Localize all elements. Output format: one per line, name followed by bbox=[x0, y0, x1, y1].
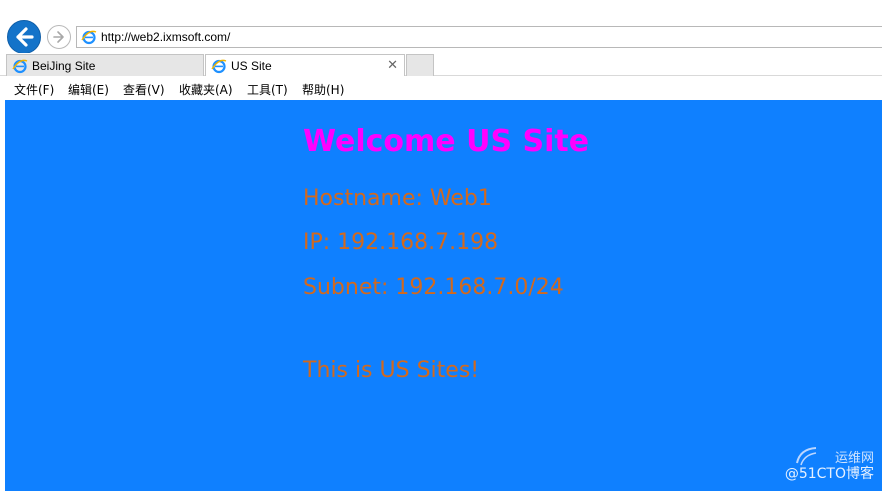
menu-tools[interactable]: 工具(T) bbox=[247, 81, 288, 98]
internet-explorer-icon bbox=[211, 59, 227, 74]
watermark-line2: @51CTO博客 bbox=[784, 466, 874, 482]
subnet-text: Subnet: 192.168.7.0/24 bbox=[303, 275, 564, 300]
address-url: http://web2.ixmsoft.com/ bbox=[101, 30, 231, 44]
menu-file[interactable]: 文件(F) bbox=[14, 81, 54, 98]
close-icon[interactable]: ✕ bbox=[387, 57, 398, 73]
menu-help[interactable]: 帮助(H) bbox=[302, 81, 344, 98]
watermark: 运维网 @51CTO博客 bbox=[764, 443, 874, 483]
menu-edit[interactable]: 编辑(E) bbox=[68, 81, 109, 98]
ip-text: IP: 192.168.7.198 bbox=[303, 230, 499, 255]
hostname-text: Hostname: Web1 bbox=[303, 186, 492, 211]
page-heading: Welcome US Site bbox=[303, 124, 590, 159]
address-bar-row: http://web2.ixmsoft.com/ bbox=[0, 0, 882, 54]
new-tab-button[interactable] bbox=[406, 54, 434, 76]
back-arrow-icon bbox=[16, 27, 34, 47]
tab-strip: BeiJing Site US Site ✕ bbox=[0, 53, 882, 77]
forward-button[interactable] bbox=[47, 25, 71, 49]
internet-explorer-icon bbox=[81, 30, 97, 45]
internet-explorer-icon bbox=[12, 59, 28, 74]
back-button[interactable] bbox=[7, 20, 41, 54]
forward-arrow-icon bbox=[53, 31, 64, 43]
tab-us-site[interactable]: US Site ✕ bbox=[205, 54, 405, 77]
tab-title: BeiJing Site bbox=[32, 59, 96, 73]
footer-text: This is US Sites! bbox=[303, 358, 480, 383]
menu-bar: 文件(F) 编辑(E) 查看(V) 收藏夹(A) 工具(T) 帮助(H) bbox=[0, 76, 882, 100]
tab-title: US Site bbox=[231, 59, 272, 73]
page-content: Welcome US Site Hostname: Web1 IP: 192.1… bbox=[5, 100, 882, 491]
menu-view[interactable]: 查看(V) bbox=[123, 81, 165, 98]
menu-favorites[interactable]: 收藏夹(A) bbox=[179, 81, 233, 98]
tab-beijing-site[interactable]: BeiJing Site bbox=[6, 54, 204, 76]
address-field[interactable]: http://web2.ixmsoft.com/ bbox=[76, 26, 882, 48]
